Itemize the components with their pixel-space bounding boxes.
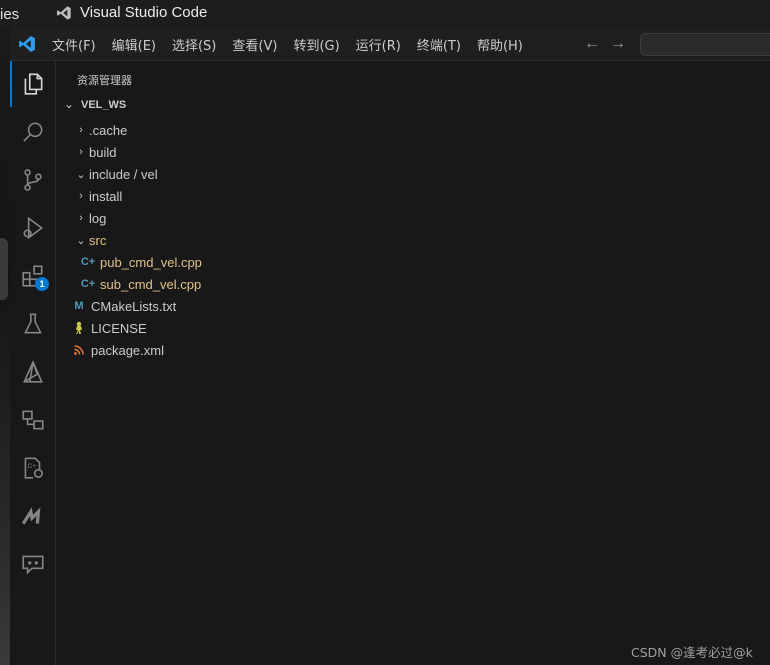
chevron-right-icon: › — [79, 190, 83, 202]
tree-item-label: src — [89, 232, 107, 248]
menu-bar: 文件(F) 编辑(E) 选择(S) 查看(V) 转到(G) 运行(R) 终端(T… — [52, 28, 539, 61]
tree-item-cache[interactable]: › .cache — [57, 119, 770, 141]
svg-text:C+: C+ — [28, 463, 37, 470]
license-icon — [72, 320, 86, 336]
tree-item-cmakelists[interactable]: M CMakeLists.txt — [57, 295, 770, 317]
tree-item-label: pub_cmd_vel.cpp — [100, 254, 202, 270]
tree-item-package-xml[interactable]: package.xml — [57, 339, 770, 361]
menu-edit[interactable]: 编辑(E) — [112, 35, 164, 54]
tree-item-license[interactable]: LICENSE — [57, 317, 770, 339]
tree-item-label: package.xml — [91, 342, 164, 358]
explorer-panel: 资源管理器 ⌄ VEL_WS › .cache › build ⌄ includ… — [57, 61, 770, 665]
activities-fragment[interactable]: ies — [0, 6, 19, 23]
tree-item-label: build — [89, 144, 117, 160]
vscode-app-icon — [57, 5, 71, 20]
app-name: Visual Studio Code — [80, 4, 208, 21]
cmake-icon[interactable]: C+ — [10, 445, 56, 491]
tree-item-src[interactable]: ⌄ src — [57, 229, 770, 251]
menu-view[interactable]: 查看(V) — [232, 35, 285, 54]
tree-item-label: install — [89, 188, 123, 204]
chevron-down-icon: ⌄ — [64, 99, 74, 111]
chevron-right-icon: › — [79, 212, 83, 224]
command-center-search[interactable] — [640, 33, 770, 56]
explorer-title: 资源管理器 — [77, 74, 132, 87]
remote-explorer-icon[interactable] — [10, 349, 56, 395]
desktop-edge — [0, 28, 10, 665]
tree-item-label: CMakeLists.txt — [91, 298, 177, 314]
cpp-file-icon: C+ — [80, 256, 96, 268]
cmake-file-icon: M — [74, 300, 84, 312]
chevron-right-icon: › — [79, 124, 83, 136]
menu-help[interactable]: 帮助(H) — [477, 35, 531, 54]
extensions-badge: 1 — [35, 277, 49, 291]
tree-item-sub-cmd-vel[interactable]: C+ sub_cmd_vel.cpp — [57, 273, 770, 295]
cpp-file-icon: C+ — [80, 278, 96, 290]
tree-item-label: sub_cmd_vel.cpp — [100, 276, 202, 292]
menu-terminal[interactable]: 终端(T) — [417, 35, 469, 54]
tree-item-label: log — [89, 210, 107, 226]
explorer-icon[interactable] — [10, 61, 56, 107]
system-top-bar: ies Visual Studio Code — [0, 0, 770, 28]
run-debug-icon[interactable] — [10, 205, 56, 251]
marp-icon[interactable] — [10, 493, 56, 539]
tree-item-log[interactable]: › log — [57, 207, 770, 229]
chat-icon[interactable] — [10, 541, 56, 587]
workspace-name: VEL_WS — [81, 98, 127, 111]
tree-item-include-vel[interactable]: ⌄ include / vel — [57, 163, 770, 185]
chevron-down-icon: ⌄ — [76, 234, 86, 247]
forward-arrow-icon[interactable]: → — [610, 35, 626, 53]
chevron-down-icon: ⌄ — [76, 168, 86, 181]
tree-item-pub-cmd-vel[interactable]: C+ pub_cmd_vel.cpp — [57, 251, 770, 273]
app-menu[interactable]: Visual Studio Code — [56, 4, 207, 21]
search-icon[interactable] — [10, 109, 56, 155]
tree-item-label: .cache — [89, 122, 128, 138]
testing-icon[interactable] — [10, 301, 56, 347]
csdn-watermark: CSDN @逢考必过@k — [631, 645, 753, 660]
source-control-icon[interactable] — [10, 157, 56, 203]
tree-item-install[interactable]: › install — [57, 185, 770, 207]
flow-icon[interactable] — [10, 397, 56, 443]
back-arrow-icon[interactable]: ← — [584, 35, 600, 53]
extensions-icon[interactable]: 1 — [10, 253, 56, 299]
menu-file[interactable]: 文件(F) — [52, 35, 104, 54]
dock-edge — [0, 238, 8, 300]
vscode-logo-icon — [19, 36, 35, 52]
menu-selection[interactable]: 选择(S) — [172, 35, 224, 54]
tree-item-build[interactable]: › build — [57, 141, 770, 163]
tree-item-label: LICENSE — [91, 320, 147, 336]
title-bar: 文件(F) 编辑(E) 选择(S) 查看(V) 转到(G) 运行(R) 终端(T… — [10, 28, 770, 61]
tree-item-label: include / vel — [89, 166, 158, 182]
workspace-header[interactable]: ⌄ VEL_WS — [61, 98, 127, 112]
chevron-right-icon: › — [79, 146, 83, 158]
activity-bar: 1 C+ — [10, 61, 56, 665]
rss-icon — [72, 342, 86, 358]
menu-go[interactable]: 转到(G) — [293, 35, 347, 54]
menu-run[interactable]: 运行(R) — [356, 35, 409, 54]
